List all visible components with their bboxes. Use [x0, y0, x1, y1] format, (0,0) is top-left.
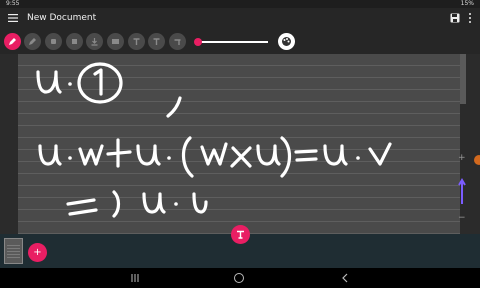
tool-icon — [174, 39, 181, 45]
lasso-icon — [72, 39, 77, 44]
text-tool-button[interactable] — [128, 33, 145, 50]
drawing-canvas-area[interactable]: + − — [0, 54, 480, 234]
eraser-tool-button[interactable] — [45, 33, 62, 50]
recent-apps-icon[interactable] — [130, 273, 140, 283]
pen-color-indicator[interactable] — [474, 155, 480, 165]
more-vert-icon[interactable] — [466, 12, 474, 24]
back-icon[interactable] — [340, 273, 350, 283]
palette-icon — [282, 37, 291, 46]
text-tool-icon — [237, 230, 244, 239]
status-bar: 9:55 15% — [0, 0, 480, 8]
save-icon[interactable] — [450, 13, 460, 23]
stroke-width-thumb[interactable] — [194, 38, 202, 46]
image-tool-button[interactable] — [107, 33, 124, 50]
app-bar: New Document — [0, 8, 480, 30]
scroll-arrow-icon[interactable] — [458, 176, 466, 206]
page-thumbnail[interactable] — [4, 238, 23, 264]
download-icon — [91, 38, 98, 46]
lasso-tool-button[interactable] — [66, 33, 83, 50]
home-icon[interactable] — [234, 273, 244, 283]
floating-pen-button[interactable] — [231, 225, 250, 244]
pen-tool-button[interactable] — [4, 33, 21, 50]
hamburger-menu-icon[interactable] — [7, 12, 19, 24]
image-icon — [112, 39, 119, 44]
status-time: 9:55 — [6, 0, 20, 7]
system-nav-bar — [0, 268, 480, 288]
add-page-button[interactable]: + — [28, 243, 47, 262]
tool-icon — [153, 38, 160, 45]
toolbar — [0, 30, 480, 54]
zoom-in-button[interactable]: + — [458, 154, 466, 163]
stroke-width-slider[interactable] — [198, 41, 268, 43]
download-tool-button[interactable] — [86, 33, 103, 50]
zoom-out-button[interactable]: − — [458, 214, 466, 223]
eraser-icon — [51, 39, 56, 44]
color-palette-button[interactable] — [278, 33, 295, 50]
extra-tool-button[interactable] — [169, 33, 186, 50]
handwriting-ink — [36, 62, 392, 218]
scroll-indicator[interactable] — [460, 54, 466, 104]
highlighter-tool-button[interactable] — [24, 33, 41, 50]
highlighter-icon — [29, 38, 36, 45]
lined-page[interactable] — [18, 54, 460, 234]
thumbnail-preview — [7, 243, 20, 259]
shape-tool-button[interactable] — [148, 33, 165, 50]
document-title: New Document — [27, 13, 97, 23]
text-tool-icon — [133, 38, 140, 45]
page-navigator: + — [0, 225, 480, 268]
pen-icon — [9, 38, 16, 45]
status-battery: 15% — [460, 0, 474, 7]
